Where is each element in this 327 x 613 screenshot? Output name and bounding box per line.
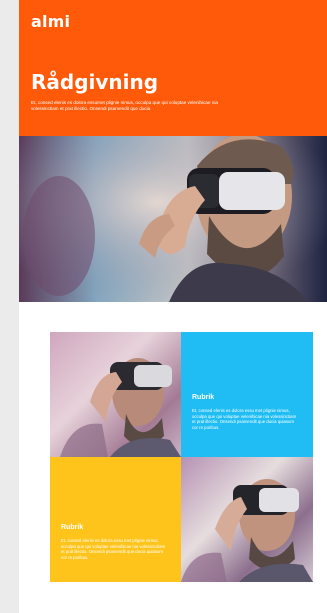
grid-image-bottom-right[interactable] <box>181 457 313 582</box>
info-card-blue[interactable]: Rubrik Et, consed elenis es dolora essu … <box>181 332 313 457</box>
card-text: Et, consed elenis es dolora essu met pli… <box>61 538 166 560</box>
almi-logo[interactable]: almi <box>31 12 70 31</box>
hero-image <box>19 136 327 302</box>
page-title: Rådgivning <box>31 70 159 94</box>
info-card-yellow[interactable]: Rubrik Et, consed elenis es dolora essu … <box>50 457 181 582</box>
card-text: Et, consed elenis es dolora essu met pli… <box>192 408 297 430</box>
card-title: Rubrik <box>61 524 84 531</box>
card-title: Rubrik <box>192 394 215 401</box>
grid-image-top-left[interactable] <box>50 332 181 457</box>
vr-person-illustration <box>19 136 327 302</box>
vr-person-thumbnail <box>60 358 181 457</box>
hero-banner: almi Rådgivning Et, consed elenis es dol… <box>19 0 327 136</box>
content-grid: Rubrik Et, consed elenis es dolora essu … <box>50 332 313 582</box>
page: almi Rådgivning Et, consed elenis es dol… <box>19 0 327 613</box>
vr-person-thumbnail <box>181 479 313 582</box>
hero-description: Et, consed elenis es dolora essumet plig… <box>31 100 218 111</box>
